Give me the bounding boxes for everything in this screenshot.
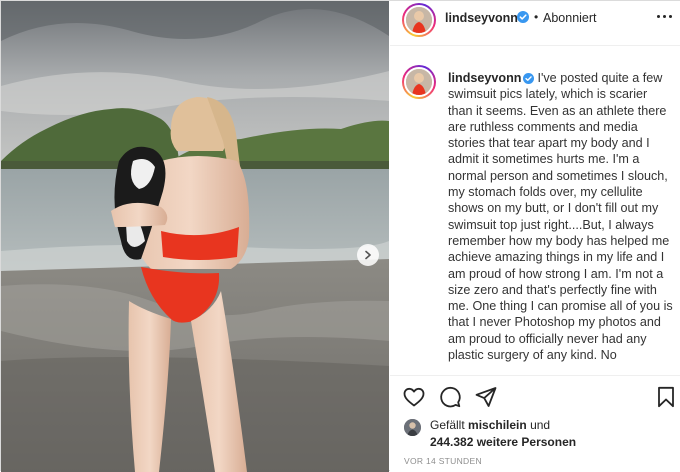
caption-text-block: lindseyvonn I've posted quite a few swims… (448, 70, 674, 363)
liker-avatar[interactable] (404, 419, 421, 436)
verified-badge-icon (523, 73, 535, 84)
liker-username[interactable]: mischilein (468, 418, 527, 432)
post-header: lindseyvonn • Abonniert (390, 1, 680, 46)
caption-avatar[interactable] (402, 65, 436, 99)
post-photo[interactable] (1, 1, 389, 472)
follow-status-button[interactable]: Abonniert (543, 11, 597, 25)
verified-badge-icon (517, 11, 529, 23)
comment-icon (440, 386, 461, 408)
others-count-link[interactable]: 244.382 weitere Personen (430, 435, 576, 449)
post-sidebar: lindseyvonn • Abonniert lindseyvonn I've… (390, 1, 680, 472)
heart-icon (403, 387, 425, 407)
share-icon (475, 387, 497, 407)
more-options-icon[interactable] (653, 7, 675, 25)
caption-username[interactable]: lindseyvonn (448, 71, 521, 85)
caption-body: I've posted quite a few swimsuit pics la… (448, 71, 673, 363)
caption-section: lindseyvonn I've posted quite a few swims… (390, 62, 680, 375)
chevron-right-icon (365, 250, 371, 260)
next-image-button[interactable] (357, 244, 379, 266)
separator-dot: • (534, 10, 539, 24)
beach-photo-illustration (1, 1, 389, 472)
avatar-image (404, 5, 434, 35)
likes-count: 244.382 weitere Personen (430, 435, 576, 449)
header-username[interactable]: lindseyvonn (445, 11, 518, 25)
post-actions: Gefällt mischilein und 244.382 weitere P… (390, 375, 680, 472)
share-button[interactable] (474, 385, 498, 409)
avatar[interactable] (402, 3, 436, 37)
save-button[interactable] (654, 385, 678, 409)
instagram-post: lindseyvonn • Abonniert lindseyvonn I've… (0, 0, 680, 472)
post-timestamp[interactable]: VOR 14 STUNDEN (404, 456, 482, 466)
likes-prefix: Gefällt (430, 418, 465, 432)
like-button[interactable] (402, 385, 426, 409)
comment-button[interactable] (438, 385, 462, 409)
avatar-image (404, 67, 434, 97)
likes-conjunction: und (530, 418, 551, 432)
bookmark-icon (658, 386, 674, 408)
likes-text: Gefällt mischilein und (430, 418, 550, 432)
